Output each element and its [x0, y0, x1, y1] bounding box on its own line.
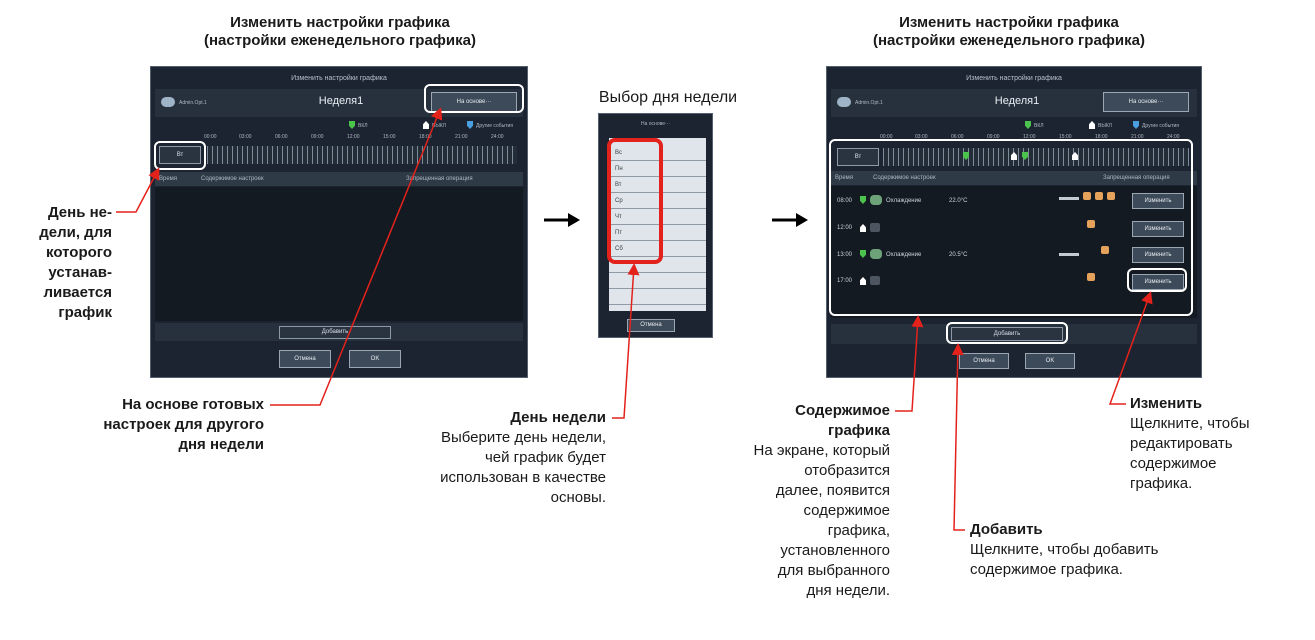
day-empty-3 — [609, 290, 706, 305]
time-1: 03:00 — [239, 134, 252, 140]
day-list-highlight — [607, 138, 663, 264]
line: графика, — [827, 522, 890, 539]
window-title: Изменить настройки графика — [291, 75, 387, 82]
other-marker-icon — [467, 121, 473, 129]
time-6: 18:00 — [419, 134, 432, 140]
line: установленного — [780, 542, 890, 559]
time-3: 09:00 — [311, 134, 324, 140]
user-name: Admin.Opt.1 — [855, 100, 883, 106]
legend-off: ВЫКЛ — [1098, 123, 1112, 129]
line: содержимое — [803, 502, 890, 519]
legend-other: Другие события — [1142, 123, 1179, 129]
col-prohibit: Запрещенная операция — [406, 176, 473, 182]
line: которого — [46, 244, 112, 261]
callout-add: Добавить Щелкните, чтобы добавить содерж… — [970, 520, 1210, 580]
title: Добавить — [970, 521, 1043, 538]
off-marker-icon — [1089, 121, 1095, 129]
time-8: 24:00 — [491, 134, 504, 140]
timeline-strip — [207, 146, 517, 164]
line: использован в качестве — [440, 469, 606, 486]
title: графика — [828, 422, 890, 439]
user-icon — [837, 97, 851, 107]
col-time: Время — [159, 176, 178, 182]
off-marker-icon — [423, 121, 429, 129]
middle-cancel-button[interactable]: Отмена — [627, 319, 675, 332]
time-7: 21:00 — [455, 134, 468, 140]
line: Щелкните, чтобы добавить — [970, 541, 1159, 558]
add-highlight — [946, 322, 1068, 344]
callout-based-on: На основе готовых настроек для другого д… — [40, 395, 264, 455]
line: содержимое — [1130, 455, 1217, 472]
title: Изменить — [1130, 395, 1203, 412]
line: ливается — [43, 284, 112, 301]
right-heading: Изменить настройки графика (настройки еж… — [872, 14, 1145, 49]
col-content: Содержимое настроек — [201, 176, 264, 182]
middle-heading: Выбор дня недели — [598, 89, 738, 106]
flow-arrow-2 — [772, 213, 808, 227]
line: графика. — [1130, 475, 1193, 492]
ok-button[interactable]: OK — [1025, 353, 1075, 369]
legend-other: Другие события — [476, 123, 513, 129]
line: график — [58, 304, 112, 321]
line: далее, появится — [775, 482, 890, 499]
week-label: Неделя1 — [318, 95, 364, 107]
time-4: 12:00 — [347, 134, 360, 140]
week-label: Неделя1 — [994, 95, 1040, 107]
other-marker-icon — [1133, 121, 1139, 129]
based-on-button[interactable]: На основе··· — [1103, 92, 1189, 112]
time-2: 06:00 — [275, 134, 288, 140]
on-marker-icon — [349, 121, 355, 129]
line: чей график будет — [484, 449, 606, 466]
line: устанав- — [48, 264, 112, 281]
edit-highlight — [1127, 268, 1187, 292]
line: для выбранного — [777, 562, 890, 579]
line: дня недели. — [806, 582, 890, 599]
on-marker-icon — [1025, 121, 1031, 129]
line: настроек для другого — [103, 416, 264, 433]
user-icon — [161, 97, 175, 107]
add-button[interactable]: Добавить — [279, 326, 391, 339]
title: День недели — [510, 409, 606, 426]
callout-edit: Изменить Щелкните, чтобы редактировать с… — [1130, 394, 1310, 494]
time-0: 00:00 — [204, 134, 217, 140]
flow-arrow-1 — [544, 213, 580, 227]
user-name: Admin.Opt.1 — [179, 100, 207, 106]
line: дели, для — [39, 224, 112, 241]
time-5: 15:00 — [383, 134, 396, 140]
based-on-highlight — [424, 84, 524, 113]
schedule-list — [155, 187, 523, 321]
line: На основе готовых — [122, 396, 264, 413]
line: Выберите день недели, — [440, 429, 606, 446]
legend-on: ВКЛ — [1034, 123, 1044, 129]
cancel-button[interactable]: Отмена — [959, 353, 1009, 369]
callout-day-of-week: День не- дели, для которого устанав- лив… — [0, 203, 112, 323]
legend-off: ВЫКЛ — [432, 123, 446, 129]
day-highlight — [154, 141, 206, 170]
title: Содержимое — [795, 402, 890, 419]
day-empty-2 — [609, 274, 706, 289]
based-on-title: На основе··· — [641, 121, 670, 127]
line: основы. — [550, 489, 606, 506]
line: редактировать — [1130, 435, 1233, 452]
left-heading: Изменить настройки графика (настройки еж… — [203, 14, 476, 49]
callout-day-select: День недели Выберите день недели, чей гр… — [340, 408, 606, 508]
ok-button[interactable]: OK — [349, 350, 401, 368]
line: отобразится — [804, 462, 890, 479]
line: дня недели — [178, 436, 264, 453]
line: Щелкните, чтобы — [1130, 415, 1250, 432]
line: На экране, который — [753, 442, 891, 459]
window-title: Изменить настройки графика — [966, 75, 1062, 82]
legend-on: ВКЛ — [358, 123, 368, 129]
line: содержимое графика. — [970, 561, 1123, 578]
line: День не- — [47, 204, 112, 221]
callout-schedule-content: Содержимое графика На экране, который от… — [680, 401, 891, 601]
cancel-button[interactable]: Отмена — [279, 350, 331, 368]
